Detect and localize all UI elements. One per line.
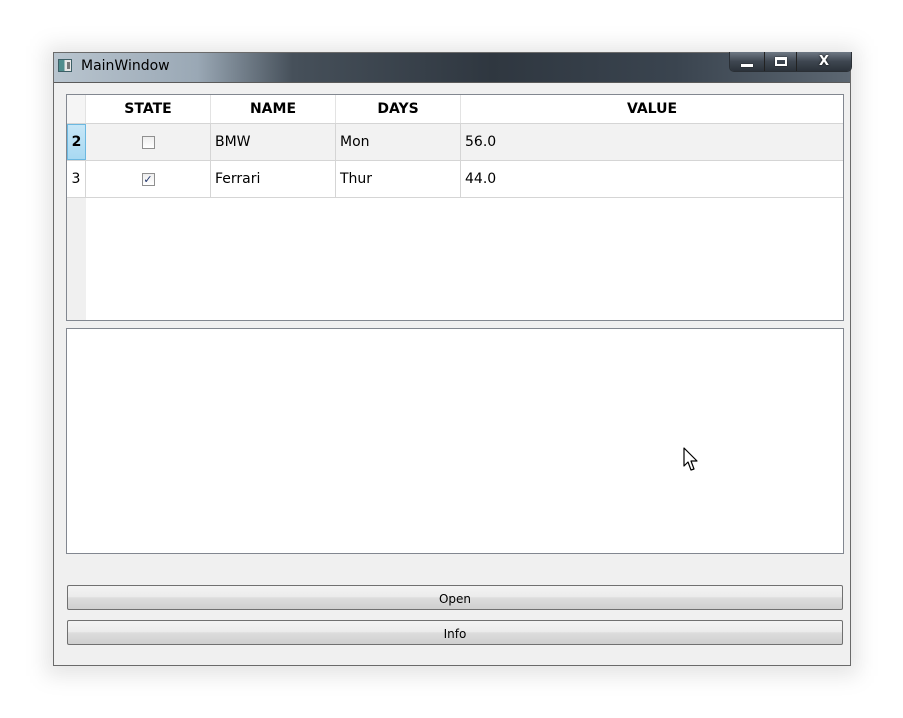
- info-button[interactable]: Info: [67, 620, 843, 645]
- open-button[interactable]: Open: [67, 585, 843, 610]
- minimize-button[interactable]: [730, 52, 765, 71]
- state-checkbox[interactable]: [141, 135, 155, 149]
- days-cell[interactable]: Mon: [336, 124, 461, 160]
- column-header-value[interactable]: VALUE: [461, 95, 843, 123]
- table-corner-button[interactable]: [67, 95, 86, 123]
- title-bar[interactable]: MainWindow X: [54, 52, 852, 83]
- state-cell[interactable]: [86, 124, 211, 160]
- close-button[interactable]: X: [797, 52, 851, 71]
- state-checkbox-checked[interactable]: ✓: [141, 172, 155, 186]
- table-header-row: STATE NAME DAYS VALUE: [67, 95, 843, 124]
- table-row[interactable]: 2 BMW Mon 56.0: [67, 124, 843, 161]
- column-header-days[interactable]: DAYS: [336, 95, 461, 123]
- window-title: MainWindow: [81, 58, 170, 74]
- data-table[interactable]: STATE NAME DAYS VALUE 2 BMW Mon 56.0 3 ✓…: [66, 94, 844, 321]
- value-cell[interactable]: 44.0: [461, 161, 843, 197]
- app-icon: [58, 59, 72, 72]
- maximize-icon: [774, 57, 787, 66]
- column-header-name[interactable]: NAME: [211, 95, 336, 123]
- output-text-area[interactable]: [66, 328, 844, 554]
- row-header[interactable]: 2: [67, 124, 86, 160]
- main-window: MainWindow X STATE NAME DAYS VALUE 2 BMW…: [53, 52, 852, 666]
- table-row[interactable]: 3 ✓ Ferrari Thur 44.0: [67, 161, 843, 198]
- value-cell[interactable]: 56.0: [461, 124, 843, 160]
- window-controls: X: [729, 52, 852, 72]
- name-cell[interactable]: BMW: [211, 124, 336, 160]
- state-cell[interactable]: ✓: [86, 161, 211, 197]
- minimize-icon: [741, 64, 753, 67]
- name-cell[interactable]: Ferrari: [211, 161, 336, 197]
- column-header-state[interactable]: STATE: [86, 95, 211, 123]
- mouse-cursor-icon: [683, 447, 698, 471]
- maximize-button[interactable]: [765, 52, 797, 71]
- close-icon: X: [818, 54, 830, 69]
- checkmark-icon: ✓: [143, 172, 153, 186]
- days-cell[interactable]: Thur: [336, 161, 461, 197]
- row-header[interactable]: 3: [67, 161, 86, 197]
